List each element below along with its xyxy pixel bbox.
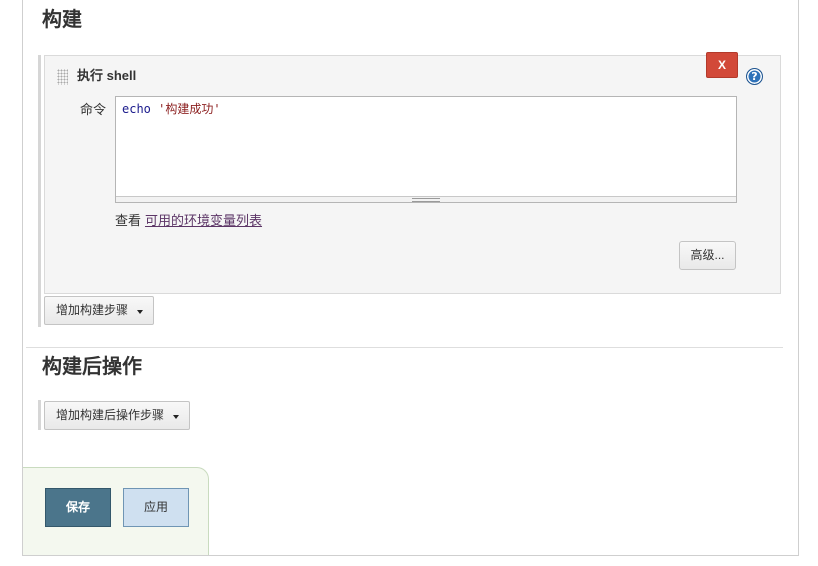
env-vars-link[interactable]: 可用的环境变量列表: [145, 213, 262, 228]
code-string: '构建成功': [158, 102, 221, 116]
section-divider: [26, 347, 783, 348]
apply-button[interactable]: 应用: [123, 488, 189, 527]
add-post-build-step-button[interactable]: 增加构建后操作步骤: [44, 401, 190, 430]
add-post-build-step-label: 增加构建后操作步骤: [56, 408, 165, 422]
drag-handle-icon[interactable]: [57, 69, 68, 85]
delete-step-button[interactable]: X: [706, 52, 738, 78]
env-vars-hint-prefix: 查看: [115, 213, 142, 228]
editor-resize-handle[interactable]: [116, 196, 736, 202]
add-build-step-label: 增加构建步骤: [56, 303, 129, 317]
build-step-execute-shell: 执行 shell X ? 命令 echo '构建成功' 查看 可用的环境变量列表 …: [44, 52, 781, 294]
save-button[interactable]: 保存: [45, 488, 111, 527]
help-icon[interactable]: ?: [746, 68, 763, 85]
help-icon-glyph: ?: [751, 70, 758, 83]
build-step-title: 执行 shell: [77, 68, 137, 83]
add-build-step-button[interactable]: 增加构建步骤: [44, 296, 154, 325]
chevron-down-icon: [137, 309, 143, 314]
chevron-down-icon: [173, 414, 179, 419]
post-build-steps-rail: [38, 400, 41, 430]
env-vars-hint: 查看 可用的环境变量列表: [115, 212, 262, 230]
code-keyword: echo: [122, 102, 151, 116]
post-build-section-title: 构建后操作: [42, 356, 142, 378]
build-section-title: 构建: [42, 9, 82, 31]
command-code: echo '构建成功': [122, 101, 221, 117]
command-editor[interactable]: echo '构建成功': [115, 96, 737, 203]
resize-grip-icon: [412, 198, 440, 202]
advanced-button[interactable]: 高级...: [679, 241, 736, 270]
build-steps-rail: [38, 55, 41, 327]
command-label: 命令: [80, 102, 107, 117]
